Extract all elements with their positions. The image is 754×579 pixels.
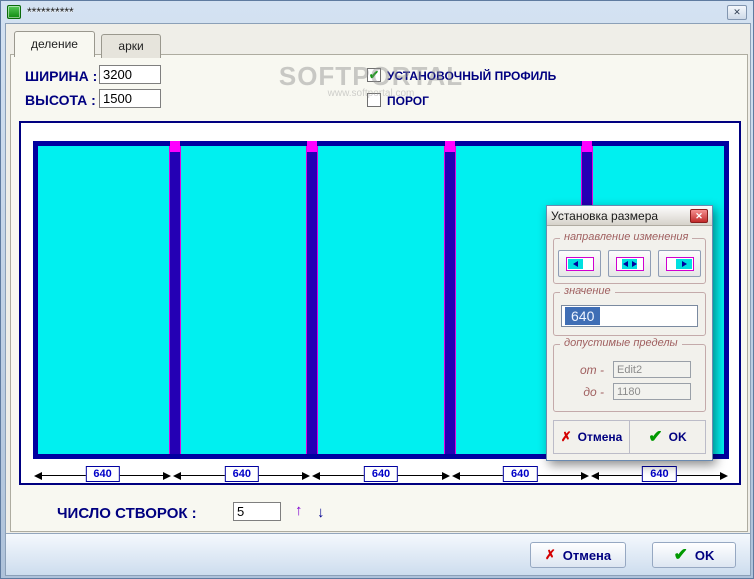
dimension-value[interactable]: 640 (642, 466, 677, 482)
cancel-x-icon: ✗ (560, 429, 572, 444)
size-dialog: Установка размера ✕ направление изменени… (546, 205, 713, 461)
value-group: значение 640 (553, 285, 706, 336)
dimension-span: 640 (451, 465, 590, 485)
limit-to-value: 1180 (613, 383, 691, 400)
profile-checkbox[interactable]: ✔ (367, 68, 381, 82)
title-bar: ********** ✕ (1, 1, 753, 23)
mullion-divider[interactable] (169, 141, 182, 454)
dimension-span: 640 (590, 465, 729, 485)
direction-left-button[interactable] (558, 250, 601, 277)
direction-group: направление изменения (553, 231, 706, 284)
dimension-span: 640 (33, 465, 172, 485)
cancel-button-label: Отмена (562, 547, 612, 563)
height-label: ВЫСОТА : (25, 92, 96, 108)
sash-count-input[interactable] (233, 502, 281, 521)
direction-buttons (558, 250, 701, 277)
close-icon[interactable]: ✕ (727, 4, 747, 20)
size-dialog-ok-label: OK (668, 430, 687, 444)
dimension-value[interactable]: 640 (503, 466, 538, 482)
limits-group: допустимые пределы от - Edit2 до - 1180 (553, 337, 706, 412)
dimension-value[interactable]: 640 (363, 466, 399, 482)
direction-right-button[interactable] (658, 250, 701, 277)
porog-checkbox-label: ПОРОГ (387, 94, 429, 108)
direction-right-icon (665, 256, 694, 271)
profile-checkbox-label: УСТАНОВОЧНЫЙ ПРОФИЛЬ (387, 69, 557, 83)
size-dialog-close-icon[interactable]: ✕ (690, 208, 708, 223)
direction-both-button[interactable] (608, 250, 651, 277)
dimension-span: 640 (311, 465, 450, 485)
size-dialog-footer: ✗ Отмена ✔ OK (553, 420, 706, 454)
sash-count-label: ЧИСЛО СТВОРОК : (57, 505, 197, 522)
size-dialog-cancel-label: Отмена (577, 430, 623, 444)
width-input[interactable] (99, 65, 161, 84)
size-dialog-title: Установка размера (551, 208, 659, 223)
limit-from-label: от - (580, 362, 604, 377)
app-icon (7, 5, 21, 19)
mullion-divider[interactable] (443, 141, 456, 454)
height-input[interactable] (99, 89, 161, 108)
check-icon: ✔ (368, 68, 380, 82)
limit-from-value: Edit2 (613, 361, 691, 378)
limit-from-row: от - Edit2 (564, 361, 695, 378)
limit-to-row: до - 1180 (564, 383, 695, 400)
decrease-arrow-icon[interactable]: ↓ (317, 504, 325, 521)
dimension-span: 640 (172, 465, 311, 485)
value-selected-text: 640 (565, 307, 601, 325)
mullion-divider[interactable] (306, 141, 319, 454)
size-dialog-cancel-button[interactable]: ✗ Отмена (554, 421, 630, 453)
limit-to-label: до - (583, 384, 604, 399)
dimension-row: 640 640 640 640 640 (33, 465, 729, 485)
tab-division[interactable]: деление (14, 31, 95, 57)
size-dialog-ok-button[interactable]: ✔ OK (630, 421, 705, 453)
porog-checkbox[interactable] (367, 93, 381, 107)
ok-check-icon: ✔ (648, 427, 663, 446)
width-label: ШИРИНА : (25, 68, 98, 84)
ok-button-label: OK (694, 547, 715, 563)
value-input[interactable]: 640 (561, 305, 698, 327)
ok-button[interactable]: ✔ OK (652, 542, 736, 568)
value-group-title: значение (560, 285, 615, 297)
increase-arrow-icon[interactable]: ↑ (295, 502, 303, 519)
tab-arches[interactable]: арки (101, 34, 161, 58)
ok-check-icon: ✔ (673, 545, 688, 564)
window-title: ********** (27, 5, 74, 19)
size-dialog-titlebar: Установка размера ✕ (547, 206, 712, 226)
size-dialog-body: направление изменения значение 640 допус… (547, 226, 712, 460)
cancel-button[interactable]: ✗ Отмена (530, 542, 626, 568)
tab-strip: деление арки (14, 31, 163, 58)
cancel-x-icon: ✗ (544, 547, 556, 562)
footer-bar: ✗ Отмена ✔ OK (6, 533, 750, 575)
dimension-value[interactable]: 640 (85, 466, 120, 482)
direction-both-icon (615, 256, 644, 271)
limits-group-title: допустимые пределы (560, 337, 682, 349)
dimension-value[interactable]: 640 (224, 466, 259, 482)
direction-group-title: направление изменения (560, 231, 693, 243)
direction-left-icon (565, 256, 594, 271)
